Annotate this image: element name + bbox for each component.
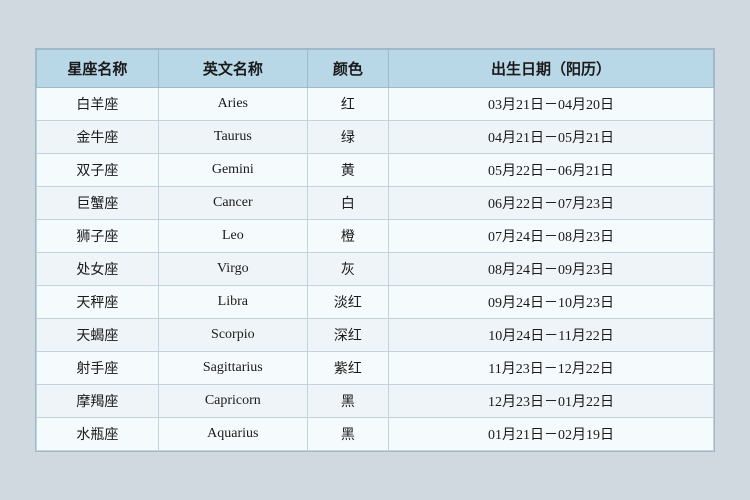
cell-date: 12月23日－01月22日: [389, 385, 714, 418]
cell-date: 10月24日－11月22日: [389, 319, 714, 352]
cell-color: 紫红: [307, 352, 388, 385]
cell-cn: 射手座: [37, 352, 159, 385]
table-header-row: 星座名称 英文名称 颜色 出生日期（阳历）: [37, 50, 714, 88]
cell-cn: 天秤座: [37, 286, 159, 319]
table-row: 金牛座Taurus绿04月21日－05月21日: [37, 121, 714, 154]
cell-cn: 水瓶座: [37, 418, 159, 451]
cell-date: 08月24日－09月23日: [389, 253, 714, 286]
header-color: 颜色: [307, 50, 388, 88]
cell-color: 黑: [307, 385, 388, 418]
cell-cn: 金牛座: [37, 121, 159, 154]
cell-date: 07月24日－08月23日: [389, 220, 714, 253]
cell-date: 03月21日－04月20日: [389, 88, 714, 121]
cell-date: 11月23日－12月22日: [389, 352, 714, 385]
cell-color: 红: [307, 88, 388, 121]
cell-cn: 天蝎座: [37, 319, 159, 352]
cell-color: 橙: [307, 220, 388, 253]
cell-date: 04月21日－05月21日: [389, 121, 714, 154]
cell-en: Libra: [158, 286, 307, 319]
cell-en: Capricorn: [158, 385, 307, 418]
table-row: 天蝎座Scorpio深红10月24日－11月22日: [37, 319, 714, 352]
cell-cn: 处女座: [37, 253, 159, 286]
cell-en: Aries: [158, 88, 307, 121]
cell-color: 淡红: [307, 286, 388, 319]
table-row: 巨蟹座Cancer白06月22日－07月23日: [37, 187, 714, 220]
table-row: 天秤座Libra淡红09月24日－10月23日: [37, 286, 714, 319]
table-row: 双子座Gemini黄05月22日－06月21日: [37, 154, 714, 187]
cell-en: Scorpio: [158, 319, 307, 352]
cell-en: Aquarius: [158, 418, 307, 451]
cell-en: Sagittarius: [158, 352, 307, 385]
cell-color: 深红: [307, 319, 388, 352]
table-row: 狮子座Leo橙07月24日－08月23日: [37, 220, 714, 253]
cell-en: Virgo: [158, 253, 307, 286]
table-row: 射手座Sagittarius紫红11月23日－12月22日: [37, 352, 714, 385]
cell-color: 黑: [307, 418, 388, 451]
cell-cn: 双子座: [37, 154, 159, 187]
header-date: 出生日期（阳历）: [389, 50, 714, 88]
table-row: 摩羯座Capricorn黑12月23日－01月22日: [37, 385, 714, 418]
cell-date: 06月22日－07月23日: [389, 187, 714, 220]
cell-cn: 白羊座: [37, 88, 159, 121]
cell-color: 黄: [307, 154, 388, 187]
table-row: 处女座Virgo灰08月24日－09月23日: [37, 253, 714, 286]
cell-color: 绿: [307, 121, 388, 154]
table-row: 白羊座Aries红03月21日－04月20日: [37, 88, 714, 121]
header-en: 英文名称: [158, 50, 307, 88]
cell-en: Leo: [158, 220, 307, 253]
zodiac-table: 星座名称 英文名称 颜色 出生日期（阳历） 白羊座Aries红03月21日－04…: [36, 49, 714, 451]
cell-color: 灰: [307, 253, 388, 286]
cell-date: 09月24日－10月23日: [389, 286, 714, 319]
cell-date: 05月22日－06月21日: [389, 154, 714, 187]
table-row: 水瓶座Aquarius黑01月21日－02月19日: [37, 418, 714, 451]
cell-color: 白: [307, 187, 388, 220]
cell-cn: 摩羯座: [37, 385, 159, 418]
zodiac-table-container: 星座名称 英文名称 颜色 出生日期（阳历） 白羊座Aries红03月21日－04…: [35, 48, 715, 452]
cell-en: Cancer: [158, 187, 307, 220]
header-cn: 星座名称: [37, 50, 159, 88]
cell-date: 01月21日－02月19日: [389, 418, 714, 451]
cell-en: Taurus: [158, 121, 307, 154]
cell-cn: 狮子座: [37, 220, 159, 253]
cell-en: Gemini: [158, 154, 307, 187]
cell-cn: 巨蟹座: [37, 187, 159, 220]
